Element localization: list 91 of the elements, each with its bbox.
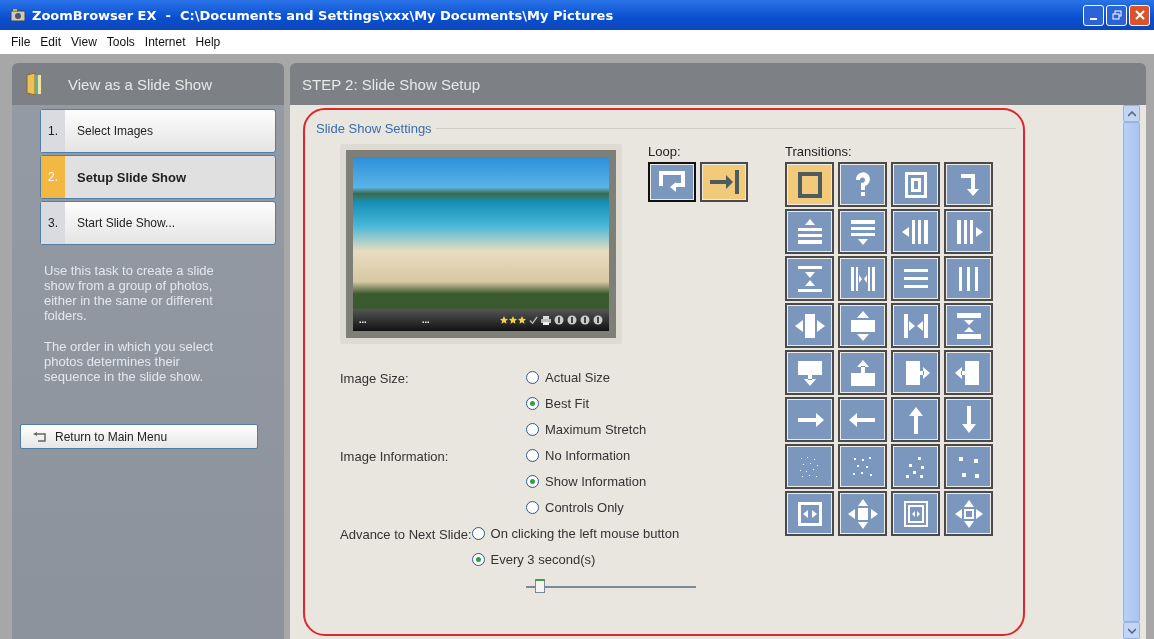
slider-thumb[interactable]	[534, 579, 545, 593]
transition-button[interactable]	[891, 162, 940, 207]
radio-option[interactable]: Maximum Stretch	[526, 422, 647, 437]
radio-button[interactable]	[471, 553, 485, 566]
transitions-label: Transitions:	[785, 144, 853, 160]
group-title: Slide Show Settings	[316, 121, 433, 136]
transition-button[interactable]	[891, 209, 940, 254]
menu-item[interactable]: Tools	[101, 35, 140, 49]
transition-button[interactable]	[891, 256, 940, 301]
radio-option[interactable]: Controls Only	[526, 500, 647, 515]
transition-button[interactable]	[838, 162, 887, 207]
window-title: ZoomBrowser EX - C:\Documents and Settings\xxx\My Documents\My Pictures	[32, 7, 615, 23]
sidebar-title: View as a Slide Show	[68, 75, 212, 93]
radio-button[interactable]	[526, 397, 539, 410]
transition-button[interactable]	[838, 303, 887, 348]
return-button[interactable]: Return to Main Menu	[20, 424, 258, 449]
radio-button[interactable]	[526, 423, 539, 436]
setting-label: Advance to Next Slide:	[340, 526, 472, 544]
transition-button[interactable]	[944, 444, 993, 489]
task-description: The order in which you select photos determines their sequence in the slide show.	[44, 339, 215, 384]
transition-button[interactable]	[785, 444, 834, 489]
transition-button[interactable]	[838, 256, 887, 301]
return-arrow-icon	[33, 431, 47, 442]
transition-button[interactable]	[891, 303, 940, 348]
round-control-icon	[567, 315, 577, 325]
radio-button[interactable]	[526, 371, 539, 384]
transition-button[interactable]	[785, 350, 834, 395]
transition-button[interactable]	[785, 491, 834, 536]
scroll-down-button[interactable]	[1123, 622, 1140, 639]
transition-button[interactable]	[838, 350, 887, 395]
transition-button[interactable]	[838, 444, 887, 489]
minimize-icon	[1090, 18, 1097, 20]
restore-button[interactable]	[1106, 4, 1127, 26]
step-title: STEP 2: Slide Show Setup	[302, 75, 481, 93]
info-text: ...	[422, 315, 431, 325]
close-icon	[1134, 10, 1145, 20]
radio-option[interactable]: Best Fit	[526, 396, 647, 411]
loop-repeat-button[interactable]	[648, 162, 696, 202]
transition-button[interactable]	[785, 303, 834, 348]
transition-button[interactable]	[891, 397, 940, 442]
radio-button[interactable]	[526, 501, 539, 514]
round-control-icon	[554, 315, 564, 325]
radio-option[interactable]: No Information	[526, 448, 647, 463]
setting-label: Image Size:	[340, 370, 410, 388]
transition-button[interactable]	[944, 209, 993, 254]
menu-item[interactable]: Help	[190, 35, 226, 49]
checkmark-icon	[529, 315, 538, 325]
radio-button[interactable]	[526, 449, 539, 462]
transition-button[interactable]	[944, 397, 993, 442]
menu-item[interactable]: File	[6, 35, 36, 49]
step-button[interactable]: 3. Start Slide Show...	[40, 201, 276, 245]
transition-button[interactable]	[838, 209, 887, 254]
step-button[interactable]: 1. Select Images	[40, 109, 276, 153]
minimize-button[interactable]	[1083, 4, 1104, 26]
transition-button[interactable]	[785, 209, 834, 254]
info-text: ...	[359, 315, 368, 325]
folder-icon	[26, 72, 42, 96]
step-button[interactable]: 2. Setup Slide Show	[40, 155, 276, 199]
transition-button[interactable]	[891, 444, 940, 489]
radio-option[interactable]: Every 3 second(s)	[471, 552, 680, 567]
transition-button[interactable]	[785, 162, 834, 207]
transition-button[interactable]	[785, 397, 834, 442]
transition-button[interactable]	[944, 162, 993, 207]
transition-button[interactable]	[944, 350, 993, 395]
transition-button[interactable]	[838, 491, 887, 536]
radio-button[interactable]	[471, 527, 485, 540]
task-description: Use this task to create a slide show from a group of photos, either in the same or different folders.	[44, 263, 215, 323]
round-control-icon	[580, 315, 590, 325]
menu-item[interactable]: Internet	[139, 35, 191, 49]
menu-item[interactable]: View	[66, 35, 102, 49]
scroll-up-button[interactable]	[1123, 105, 1140, 122]
transition-button[interactable]	[838, 397, 887, 442]
radio-button[interactable]	[526, 475, 539, 488]
camera-icon	[10, 7, 26, 23]
transition-button[interactable]	[785, 256, 834, 301]
setting-label: Image Information:	[340, 448, 450, 466]
transition-button[interactable]	[891, 350, 940, 395]
transition-button[interactable]	[944, 256, 993, 301]
round-control-icon	[593, 315, 603, 325]
loop-label: Loop:	[648, 144, 682, 160]
radio-option[interactable]: Actual Size	[526, 370, 647, 385]
menu-item[interactable]: Edit	[35, 35, 67, 49]
transition-button[interactable]	[891, 491, 940, 536]
radio-option[interactable]: On clicking the left mouse button	[471, 526, 680, 541]
transition-button[interactable]	[944, 491, 993, 536]
radio-option[interactable]: Show Information	[526, 474, 647, 489]
loop-stop-button[interactable]	[700, 162, 748, 202]
printer-icon	[541, 315, 551, 325]
restore-icon	[1111, 10, 1122, 20]
close-button[interactable]	[1129, 4, 1150, 26]
transition-button[interactable]	[944, 303, 993, 348]
